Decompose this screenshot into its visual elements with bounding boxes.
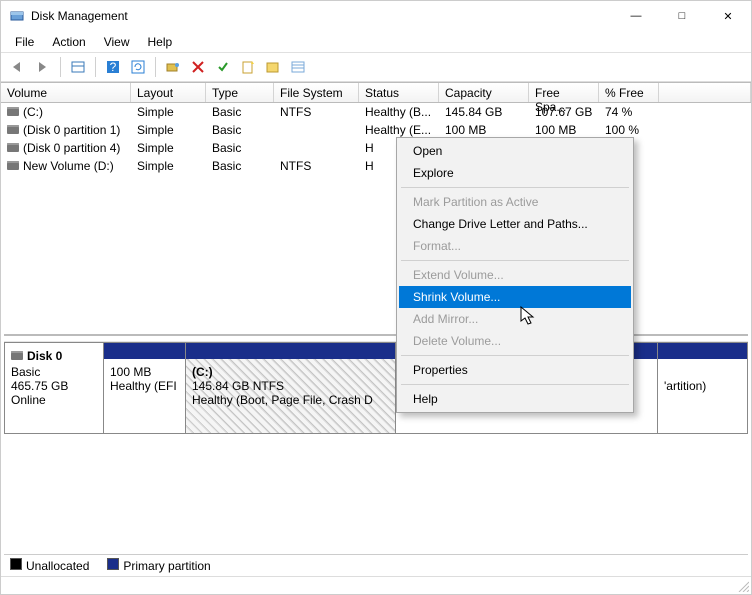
ctx-extend: Extend Volume... <box>399 264 631 286</box>
toolbar: ? <box>1 53 751 82</box>
ctx-format: Format... <box>399 235 631 257</box>
volume-list: (C:) Simple Basic NTFS Healthy (B... 145… <box>1 103 751 333</box>
volume-row[interactable]: (Disk 0 partition 1) Simple Basic Health… <box>1 121 751 139</box>
menu-file[interactable]: File <box>7 33 42 51</box>
status-bar <box>1 576 751 594</box>
ctx-add-mirror: Add Mirror... <box>399 308 631 330</box>
list-icon[interactable] <box>287 56 309 78</box>
window-title: Disk Management <box>31 9 613 23</box>
delete-icon[interactable] <box>187 56 209 78</box>
disk-row: Disk 0 Basic 465.75 GB Online 100 MB Hea… <box>4 342 748 434</box>
title-bar: Disk Management — □ ✕ <box>1 1 751 31</box>
swatch-unallocated <box>10 558 22 570</box>
minimize-button[interactable]: — <box>613 1 659 31</box>
col-capacity[interactable]: Capacity <box>439 83 529 102</box>
col-layout[interactable]: Layout <box>131 83 206 102</box>
back-button[interactable] <box>7 56 29 78</box>
disk-icon <box>7 159 23 173</box>
check-icon[interactable] <box>212 56 234 78</box>
legend: Unallocated Primary partition <box>4 554 748 576</box>
col-type[interactable]: Type <box>206 83 274 102</box>
partition[interactable]: 'artition) <box>658 343 748 434</box>
partition[interactable]: 100 MB Healthy (EFI <box>104 343 186 434</box>
disk-info[interactable]: Disk 0 Basic 465.75 GB Online <box>4 343 104 434</box>
resize-grip[interactable] <box>735 578 749 592</box>
partition-selected[interactable]: (C:) 145.84 GB NTFS Healthy (Boot, Page … <box>186 343 396 434</box>
volume-row[interactable]: New Volume (D:) Simple Basic NTFS H <box>1 157 751 175</box>
disk-icon <box>7 123 23 137</box>
menu-help[interactable]: Help <box>140 33 181 51</box>
close-button[interactable]: ✕ <box>705 1 751 31</box>
ctx-mark-active: Mark Partition as Active <box>399 191 631 213</box>
volume-row[interactable]: (C:) Simple Basic NTFS Healthy (B... 145… <box>1 103 751 121</box>
menu-action[interactable]: Action <box>44 33 93 51</box>
col-free[interactable]: Free Spa... <box>529 83 599 102</box>
col-status[interactable]: Status <box>359 83 439 102</box>
app-icon <box>9 8 25 24</box>
disk-icon <box>7 105 23 119</box>
settings-icon[interactable] <box>162 56 184 78</box>
menu-view[interactable]: View <box>96 33 138 51</box>
properties-icon[interactable] <box>262 56 284 78</box>
volume-row[interactable]: (Disk 0 partition 4) Simple Basic H <box>1 139 751 157</box>
new-icon[interactable] <box>237 56 259 78</box>
svg-text:?: ? <box>110 60 117 74</box>
help-icon[interactable]: ? <box>102 56 124 78</box>
col-volume[interactable]: Volume <box>1 83 131 102</box>
disk-graphical-view: Disk 0 Basic 465.75 GB Online 100 MB Hea… <box>4 334 748 554</box>
ctx-explore[interactable]: Explore <box>399 162 631 184</box>
context-menu: Open Explore Mark Partition as Active Ch… <box>396 137 634 413</box>
ctx-shrink[interactable]: Shrink Volume... <box>399 286 631 308</box>
ctx-delete: Delete Volume... <box>399 330 631 352</box>
maximize-button[interactable]: □ <box>659 1 705 31</box>
disk-icon <box>11 349 27 363</box>
ctx-help[interactable]: Help <box>399 388 631 410</box>
refresh-icon[interactable] <box>127 56 149 78</box>
swatch-primary <box>107 558 119 570</box>
ctx-properties[interactable]: Properties <box>399 359 631 381</box>
volume-list-header: Volume Layout Type File System Status Ca… <box>1 82 751 103</box>
show-hide-console-icon[interactable] <box>67 56 89 78</box>
ctx-change-letter[interactable]: Change Drive Letter and Paths... <box>399 213 631 235</box>
forward-button[interactable] <box>32 56 54 78</box>
menu-bar: File Action View Help <box>1 31 751 53</box>
col-pct[interactable]: % Free <box>599 83 659 102</box>
ctx-open[interactable]: Open <box>399 140 631 162</box>
col-filesystem[interactable]: File System <box>274 83 359 102</box>
disk-icon <box>7 141 23 155</box>
